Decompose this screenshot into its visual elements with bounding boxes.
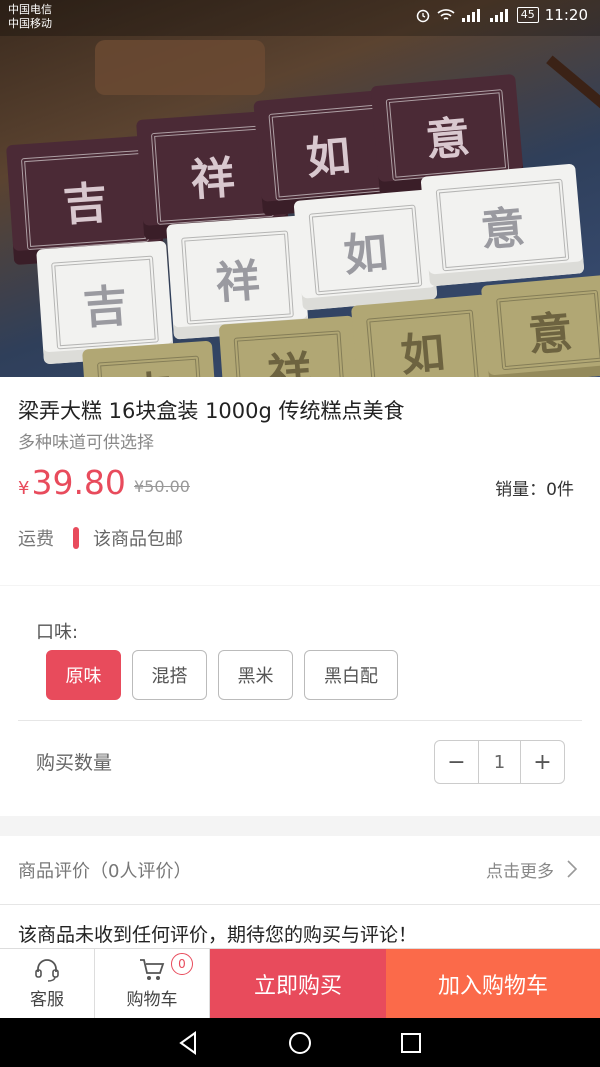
- system-nav-bar: [0, 1018, 600, 1067]
- divider: [0, 904, 600, 905]
- wooden-stand: [95, 40, 265, 95]
- more-reviews-link[interactable]: 点击更多: [486, 857, 554, 882]
- add-to-cart-button[interactable]: 加入购物车: [386, 949, 600, 1019]
- shipping-text: 该商品包邮: [93, 529, 183, 550]
- shopping-cart-icon: [140, 959, 165, 980]
- reviews-section: 商品评价（0人评价） 点击更多 该商品未收到任何评价，期待您的购买与评论！: [0, 836, 600, 948]
- product-info: 梁弄大糕 16块盒装 1000g 传统糕点美食 多种味道可供选择 ¥39.80 …: [0, 377, 600, 585]
- reviews-title: 商品评价（0人评价）: [18, 861, 192, 882]
- quantity-label: 购买数量: [36, 752, 113, 774]
- divider: [18, 720, 582, 721]
- empty-reviews-text: 该商品未收到任何评价，期待您的购买与评论！: [18, 924, 418, 946]
- status-bar: 中国电信 中国移动 45 11:20: [0, 0, 600, 36]
- cake-green-4: 意: [480, 274, 600, 377]
- current-price: ¥39.80: [18, 463, 126, 502]
- cake-green-3: 如: [350, 294, 495, 377]
- cake-white-4: 意: [420, 163, 585, 287]
- flavor-option-mixed[interactable]: 混搭: [132, 650, 207, 700]
- flavor-label: 口味:: [36, 622, 79, 643]
- signal-icon: [461, 9, 480, 22]
- price-value: 39.80: [31, 463, 126, 502]
- wifi-icon: [437, 9, 455, 20]
- cart-label: 购物车: [126, 990, 178, 1010]
- recents-icon[interactable]: [398, 1030, 424, 1056]
- cake-green-2: 祥: [218, 315, 361, 377]
- back-icon[interactable]: [176, 1030, 202, 1056]
- signal-icon-2: [489, 9, 508, 22]
- carrier-2: 中国移动: [8, 17, 52, 30]
- original-price: ¥50.00: [134, 477, 190, 496]
- decrease-button[interactable]: −: [435, 741, 478, 783]
- increase-button[interactable]: +: [521, 741, 564, 783]
- currency-symbol: ¥: [18, 478, 30, 499]
- clock: 11:20: [544, 6, 588, 24]
- flavor-option-black-white[interactable]: 黑白配: [304, 650, 398, 700]
- purchase-options: 口味: 原味 混搭 黑米 黑白配 购买数量 − 1 +: [0, 586, 600, 816]
- chopsticks: [546, 55, 600, 115]
- product-subtitle: 多种味道可供选择: [18, 433, 154, 453]
- home-icon[interactable]: [287, 1030, 313, 1056]
- cart-count-badge: 0: [171, 953, 193, 975]
- buy-now-button[interactable]: 立即购买: [210, 949, 386, 1019]
- product-image[interactable]: 吉 祥 如 意 吉 祥 如 意 吉 祥 如 意: [0, 0, 600, 377]
- battery-icon: 45: [516, 7, 539, 23]
- quantity-stepper: − 1 +: [434, 740, 565, 784]
- cake-white-3: 如: [293, 189, 438, 311]
- alarm-icon: [416, 9, 430, 23]
- chevron-right-icon[interactable]: [566, 860, 578, 878]
- flavor-option-original[interactable]: 原味: [46, 650, 121, 700]
- bottom-action-bar: 客服 0 购物车 立即购买 加入购物车: [0, 948, 600, 1019]
- product-title: 梁弄大糕 16块盒装 1000g 传统糕点美食: [18, 399, 405, 423]
- customer-service-button[interactable]: 客服: [0, 949, 95, 1018]
- customer-service-label: 客服: [30, 990, 64, 1010]
- shipping-label: 运费: [18, 529, 54, 550]
- cart-button[interactable]: 0 购物车: [95, 949, 210, 1018]
- carrier-1: 中国电信: [8, 3, 52, 16]
- status-icons: 45 11:20: [415, 6, 588, 24]
- headset-icon: [35, 959, 59, 982]
- quantity-input[interactable]: 1: [478, 741, 521, 783]
- shipping-marker: [73, 527, 79, 549]
- flavor-option-black-rice[interactable]: 黑米: [218, 650, 293, 700]
- sales-count: 销量：0件: [495, 480, 574, 500]
- carrier-info: 中国电信 中国移动: [8, 3, 52, 31]
